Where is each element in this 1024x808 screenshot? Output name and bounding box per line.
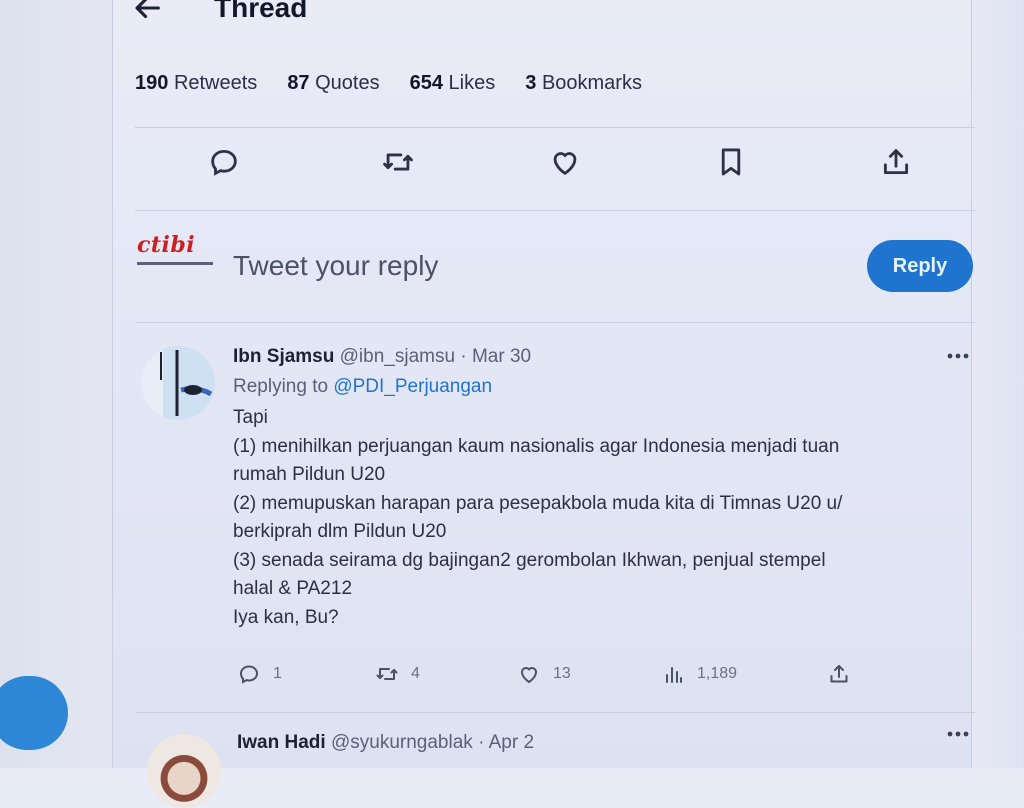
replying-to: Replying to @PDI_Perjuangan [233,376,953,398]
stat-bookmarks[interactable]: 3 Bookmarks [525,72,642,95]
stat-label: Bookmarks [541,72,642,94]
bookmark-icon[interactable] [714,145,748,179]
retweet-icon[interactable] [381,145,415,179]
page-title: Thread [214,0,308,23]
view-count: 1,189 [697,665,738,682]
stat-count: 654 [409,72,443,94]
retweet-icon [376,668,398,680]
divider [135,127,975,128]
tweet-body: Ibn Sjamsu @ibn_sjamsu · Mar 30 Replying… [233,346,953,632]
views-action[interactable]: 1,189 [661,662,737,686]
author-handle[interactable]: @syukurngablak [331,732,473,753]
share-icon[interactable] [879,145,913,179]
tweet-header: Iwan Hadi @syukurngablak · Apr 2 [237,732,534,754]
more-options-icon[interactable] [945,726,971,737]
separator-dot: · [478,732,485,753]
stat-label: Quotes [315,72,380,94]
tweet-text: Tapi (1) menihilkan perjuangan kaum nasi… [233,407,843,628]
thread-header: Thread [130,0,307,28]
right-sidebar [971,0,1024,768]
tweet-date[interactable]: Mar 30 [472,346,531,367]
reply-button[interactable]: Reply [867,240,973,292]
reply-input[interactable]: Tweet your reply [233,250,438,282]
share-icon [830,665,848,683]
logo-underline [137,262,213,265]
avatar[interactable] [141,346,215,420]
reply-action[interactable]: 1 [237,662,282,686]
tweet-date[interactable]: Apr 2 [489,732,534,753]
stat-label: Likes [448,72,496,94]
tweet-action-bar [135,145,975,185]
replying-prefix: Replying to [233,376,329,397]
stat-retweets[interactable]: 190 Retweets [135,72,257,95]
stat-count: 190 [135,72,169,94]
retweet-count: 4 [411,665,420,682]
mention-link[interactable]: @PDI_Perjuangan [333,376,492,397]
like-icon[interactable] [548,145,582,179]
separator-dot: · [460,346,467,367]
back-arrow-icon[interactable] [130,0,164,25]
left-sidebar [0,0,113,768]
more-options-icon[interactable] [945,348,971,359]
stat-count: 87 [287,72,310,94]
logo-text: ctibi [137,232,196,258]
stat-count: 3 [525,72,537,94]
avatar[interactable] [147,734,221,808]
reply-composer: ctibi Tweet your reply Reply [135,232,975,302]
stat-quotes[interactable]: 87 Quotes [287,72,379,95]
like-icon [520,667,538,684]
reply-count: 1 [273,665,282,682]
author-name[interactable]: Iwan Hadi [237,732,326,753]
engagement-stats: 190 Retweets 87 Quotes 654 Likes 3 Bookm… [135,72,642,95]
account-avatar-logo: ctibi [137,232,215,268]
tweet-actions: 1 4 13 1,189 [233,662,953,692]
author-name[interactable]: Ibn Sjamsu [233,346,334,367]
divider [135,712,975,713]
stat-likes[interactable]: 654 Likes [410,72,496,95]
like-count: 13 [553,665,571,682]
author-handle[interactable]: @ibn_sjamsu [340,346,455,367]
retweet-action[interactable]: 4 [375,662,420,686]
views-chart-icon [666,667,682,683]
divider [135,322,975,323]
like-action[interactable]: 13 [517,662,571,686]
stat-label: Retweets [173,72,258,94]
divider [135,210,975,211]
reply-icon [239,665,259,684]
share-action[interactable] [827,662,851,686]
reply-icon[interactable] [207,145,241,179]
tweet-header: Ibn Sjamsu @ibn_sjamsu · Mar 30 [233,346,953,368]
